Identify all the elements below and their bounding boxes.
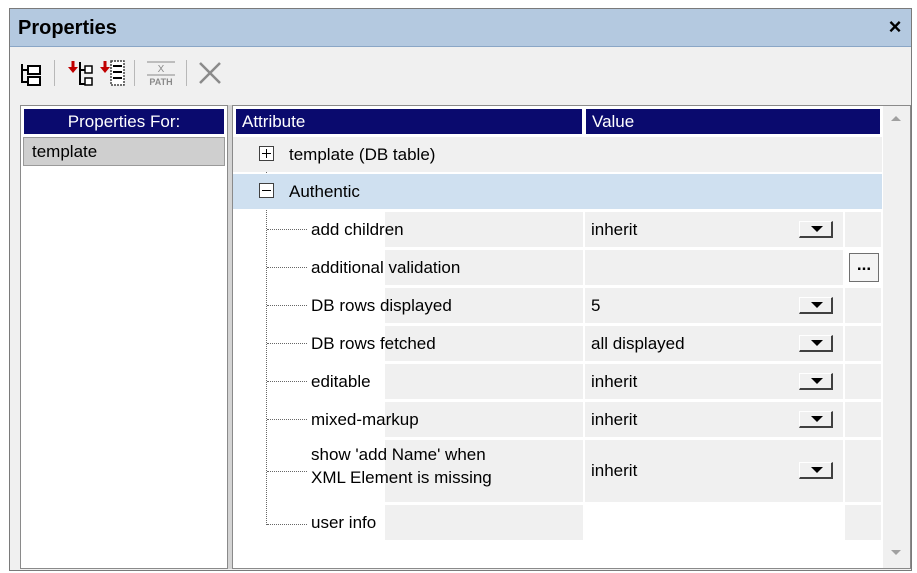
vertical-scrollbar[interactable]	[883, 106, 910, 568]
close-button[interactable]: ×	[883, 15, 907, 39]
dropdown-arrow-icon[interactable]	[799, 335, 833, 352]
column-header-value[interactable]: Value	[585, 108, 881, 135]
xpath-icon[interactable]: X PATH	[144, 58, 178, 88]
attribute-value[interactable]: inherit	[591, 410, 637, 430]
svg-text:X: X	[158, 64, 165, 75]
attribute-label: editable	[311, 372, 371, 391]
attribute-label: mixed-markup	[311, 410, 419, 429]
property-row-add-children[interactable]: add children inherit	[233, 211, 882, 248]
group-row-template-db-table[interactable]: template (DB table)	[233, 137, 882, 172]
xpath-label: PATH	[149, 77, 172, 87]
property-row-db-rows-fetched[interactable]: DB rows fetched all displayed	[233, 325, 882, 362]
attribute-label-line: XML Element is missing	[311, 468, 492, 487]
group-row-authentic[interactable]: Authentic	[233, 174, 882, 209]
attribute-value[interactable]: all displayed	[591, 334, 685, 354]
scroll-up-icon[interactable]	[890, 114, 903, 124]
attributes-grid: Attribute Value template (DB table) Auth…	[232, 105, 911, 569]
property-row-mixed-markup[interactable]: mixed-markup inherit	[233, 401, 882, 438]
add-child-after-icon[interactable]	[98, 58, 126, 88]
group-label: template (DB table)	[289, 145, 436, 164]
toolbar-separator	[54, 60, 55, 86]
attribute-label: user info	[311, 513, 377, 532]
attribute-label: DB rows displayed	[311, 296, 452, 315]
add-child-before-icon[interactable]	[66, 58, 94, 88]
properties-for-header: Properties For:	[23, 108, 225, 135]
collapse-icon[interactable]	[259, 183, 274, 198]
title-bar: Properties ×	[10, 9, 911, 47]
properties-for-item-template[interactable]: template	[23, 137, 225, 166]
dropdown-arrow-icon[interactable]	[799, 411, 833, 428]
property-row-additional-validation[interactable]: additional validation ...	[233, 249, 882, 286]
attribute-value[interactable]: inherit	[591, 461, 637, 481]
attribute-label-line: show 'add Name' when	[311, 445, 486, 464]
property-row-editable[interactable]: editable inherit	[233, 363, 882, 400]
attribute-label: DB rows fetched	[311, 334, 436, 353]
attribute-value[interactable]: inherit	[591, 220, 637, 240]
attribute-value[interactable]: 5	[591, 296, 600, 316]
property-row-user-info[interactable]: user info	[233, 504, 882, 541]
attribute-value[interactable]: inherit	[591, 372, 637, 392]
dropdown-arrow-icon[interactable]	[799, 221, 833, 238]
property-row-show-add-name[interactable]: show 'add Name' when XML Element is miss…	[233, 439, 882, 503]
ellipsis-button[interactable]: ...	[849, 253, 879, 282]
column-header-attribute[interactable]: Attribute	[235, 108, 583, 135]
properties-window: Properties × X PATH Properties For: temp…	[9, 8, 912, 571]
attribute-label: show 'add Name' when XML Element is miss…	[311, 443, 492, 489]
property-row-db-rows-displayed[interactable]: DB rows displayed 5	[233, 287, 882, 324]
toolbar-separator	[186, 60, 187, 86]
attribute-label: additional validation	[311, 258, 461, 277]
group-label: Authentic	[289, 182, 360, 201]
dropdown-arrow-icon[interactable]	[799, 297, 833, 314]
delete-icon[interactable]	[196, 58, 224, 88]
dropdown-arrow-icon[interactable]	[799, 373, 833, 390]
dropdown-arrow-icon[interactable]	[799, 462, 833, 479]
window-title: Properties	[18, 17, 117, 39]
toolbar: X PATH	[10, 48, 911, 102]
add-sibling-icon[interactable]	[18, 58, 46, 88]
expand-icon[interactable]	[259, 146, 274, 161]
scroll-down-icon[interactable]	[890, 548, 903, 558]
toolbar-separator	[134, 60, 135, 86]
properties-for-panel: Properties For: template	[20, 105, 228, 569]
attribute-label: add children	[311, 220, 404, 239]
